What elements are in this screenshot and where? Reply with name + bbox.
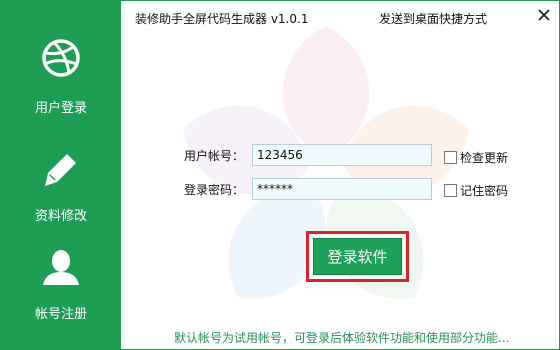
close-button[interactable] bbox=[531, 1, 557, 29]
sidebar-item-label: 帐号注册 bbox=[34, 307, 87, 322]
login-button[interactable]: 登录软件 bbox=[313, 238, 402, 275]
login-window: 用户登录 资料修改 帐号注册 装修助手全屏代码生成器 v1.0.1 发送到桌面快… bbox=[0, 0, 560, 350]
remember-password-label: 记住密码 bbox=[460, 184, 509, 198]
title-bar: 装修助手全屏代码生成器 v1.0.1 发送到桌面快捷方式 bbox=[121, 1, 559, 35]
footer-note: 默认帐号为试用帐号，可登录后体验软件功能和使用部分功能... bbox=[174, 331, 510, 345]
check-update-checkbox[interactable]: 检查更新 bbox=[444, 149, 508, 166]
sidebar-item-label: 用户登录 bbox=[34, 101, 87, 116]
username-row: 用户帐号： bbox=[184, 144, 432, 166]
username-label: 用户帐号： bbox=[184, 148, 245, 163]
remember-password-checkbox[interactable]: 记住密码 bbox=[444, 182, 508, 199]
sidebar-item-register[interactable]: 帐号注册 bbox=[1, 219, 121, 322]
checkbox-box[interactable] bbox=[444, 184, 457, 197]
user-icon bbox=[38, 247, 84, 287]
pencil-icon bbox=[38, 149, 84, 189]
check-update-label: 检查更新 bbox=[460, 151, 509, 165]
password-label: 登录密码： bbox=[184, 182, 245, 197]
checkbox-box[interactable] bbox=[444, 151, 457, 164]
sidebar-item-login[interactable]: 用户登录 bbox=[1, 11, 121, 116]
window-title: 装修助手全屏代码生成器 v1.0.1 bbox=[135, 12, 309, 26]
password-input[interactable] bbox=[252, 178, 432, 200]
sidebar: 用户登录 资料修改 帐号注册 bbox=[1, 1, 121, 350]
password-row: 登录密码： bbox=[184, 178, 432, 200]
sidebar-item-edit-profile[interactable]: 资料修改 bbox=[1, 121, 121, 224]
username-input[interactable] bbox=[252, 144, 432, 166]
desktop-shortcut-link[interactable]: 发送到桌面快捷方式 bbox=[379, 10, 487, 27]
dribbble-ball-icon bbox=[38, 38, 84, 78]
close-icon bbox=[538, 9, 550, 21]
